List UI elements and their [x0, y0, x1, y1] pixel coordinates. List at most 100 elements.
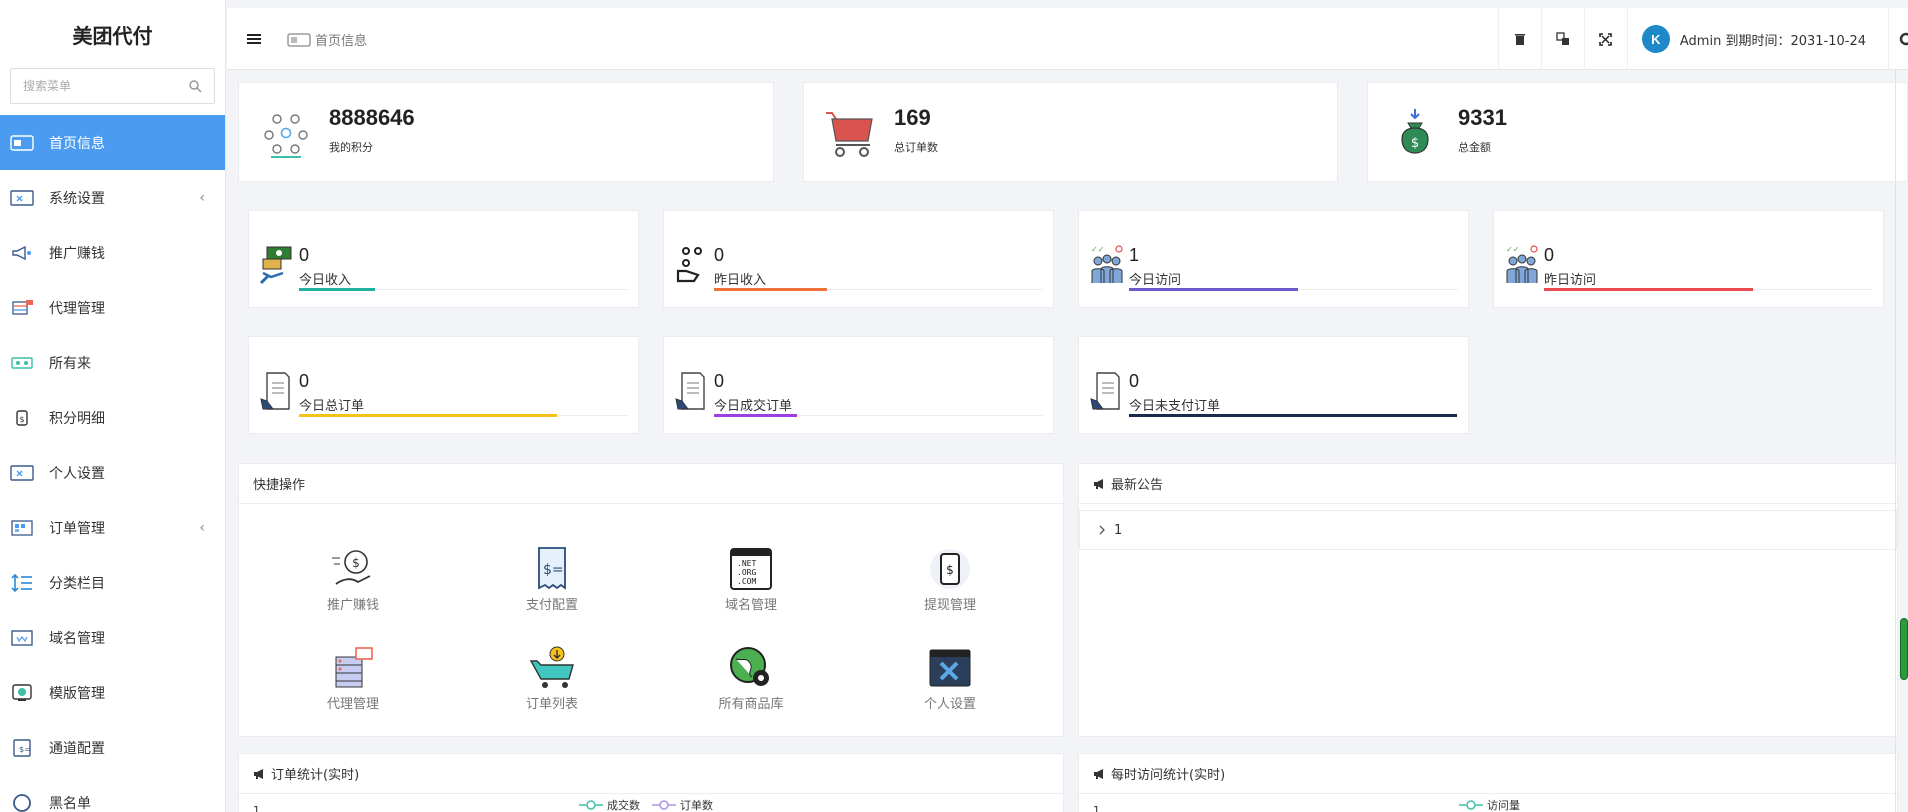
- sidebar-item-4[interactable]: 所有来: [0, 335, 225, 390]
- legend-line-icon: [652, 800, 676, 810]
- quick-action-5[interactable]: 订单列表: [482, 645, 622, 712]
- points-icon: $: [10, 408, 34, 428]
- quick-actions-title: 快捷操作: [253, 478, 306, 493]
- stat-progress-bar: [1129, 414, 1457, 417]
- stat-card-small-6: 0 今日未支付订单: [1078, 336, 1469, 434]
- order-stats-header: 订单统计(实时): [239, 754, 1063, 794]
- globe-gear-icon: [728, 645, 774, 691]
- sidebar: 美团代付 首页信息系统设置 ‹ 推广赚钱代理管理所有来 $ 积分明细个人设置订单管理 ‹ 分…: [0, 0, 226, 812]
- sidebar-item-11[interactable]: $= 通道配置: [0, 720, 225, 775]
- legend-item-orders[interactable]: 订单数: [652, 797, 713, 812]
- quick-action-label: 个人设置: [923, 697, 976, 712]
- stat-label: 今日访问: [1129, 273, 1182, 288]
- points-value: 8888646: [329, 105, 415, 130]
- chevron-right-icon: [1099, 525, 1105, 535]
- svg-text:$: $: [352, 556, 360, 570]
- legend-item-visits[interactable]: 访问量: [1459, 797, 1520, 812]
- quick-action-label: 代理管理: [326, 697, 379, 712]
- sidebar-item-6[interactable]: 个人设置: [0, 445, 225, 500]
- sidebar-menu: 首页信息系统设置 ‹ 推广赚钱代理管理 所有来 $ 积分明细个人设置订单管理 ‹ 分类栏目 域名…: [0, 115, 225, 812]
- sidebar-item-9[interactable]: 域名管理: [0, 610, 225, 665]
- scrollbar-thumb[interactable]: [1900, 618, 1908, 680]
- quick-action-0[interactable]: $ 推广赚钱: [283, 546, 423, 613]
- order-axis-top: 1: [253, 804, 260, 812]
- translate-icon: [1556, 32, 1569, 45]
- quick-action-3[interactable]: $ 提现管理: [880, 546, 1020, 613]
- quick-action-label: 支付配置: [525, 598, 578, 613]
- settings-button[interactable]: [1888, 8, 1908, 70]
- sidebar-item-10[interactable]: 模版管理: [0, 665, 225, 720]
- sidebar-item-12[interactable]: 黑名单: [0, 775, 225, 812]
- notice-item[interactable]: 1: [1079, 510, 1897, 550]
- legend-line-icon: [1459, 800, 1483, 810]
- stat-card-amount: $ 9331 总金额: [1367, 82, 1908, 182]
- phone-dollar-icon: $: [927, 546, 973, 592]
- amount-label: 总金额: [1458, 141, 1491, 154]
- domain-list-icon: .NET .ORG .COM: [728, 546, 774, 592]
- user-expiry-text: Admin 到期时间：2031-10-24: [1679, 33, 1866, 49]
- avatar: K: [1641, 25, 1670, 53]
- sidebar-item-label: 订单管理: [49, 520, 105, 537]
- svg-text:$=: $=: [543, 562, 564, 578]
- translate-button[interactable]: [1540, 8, 1584, 70]
- quick-action-7[interactable]: 个人设置: [880, 645, 1020, 712]
- quick-actions-panel: 快捷操作 $ 推广赚钱 $= 支付配置 .NET .ORG .COM 域名管理 $ 提现管理代理管…: [238, 463, 1064, 737]
- stat-label: 昨日收入: [714, 273, 767, 288]
- sidebar-item-label: 推广赚钱: [49, 245, 105, 262]
- domain-icon: [10, 628, 34, 648]
- quick-action-4[interactable]: 代理管理: [283, 645, 423, 712]
- goods-library-icon: [10, 353, 34, 373]
- sidebar-item-3[interactable]: 代理管理: [0, 280, 225, 335]
- server-rack-icon: [330, 645, 376, 691]
- stat-label: 昨日访问: [1544, 273, 1597, 288]
- quick-action-1[interactable]: $= 支付配置: [482, 546, 622, 613]
- stat-value: 0: [714, 245, 725, 265]
- sidebar-item-7[interactable]: 订单管理 ‹: [0, 500, 225, 555]
- clear-cache-button[interactable]: [1497, 8, 1541, 70]
- sidebar-item-label: 系统设置: [49, 190, 105, 207]
- sidebar-item-0[interactable]: 首页信息: [0, 115, 225, 170]
- legend-label: 订单数: [680, 799, 713, 812]
- svg-text:✓✓: ✓✓: [1091, 245, 1104, 254]
- notice-item-text: 1: [1114, 522, 1123, 538]
- quick-action-label: 所有商品库: [718, 697, 784, 712]
- stat-value: 1: [1129, 245, 1140, 265]
- legend-item-deals[interactable]: 成交数: [579, 797, 640, 812]
- legend-line-icon: [579, 800, 603, 810]
- visit-stats-legend: 访问量: [1459, 797, 1532, 812]
- menu-search[interactable]: [10, 68, 215, 104]
- money-bag-icon: $: [1401, 109, 1429, 154]
- fullscreen-button[interactable]: [1583, 8, 1627, 70]
- stat-progress-bar: [299, 414, 557, 417]
- svg-text:.NET: .NET: [737, 559, 756, 568]
- quick-action-label: 域名管理: [724, 598, 777, 613]
- megaphone-icon: [10, 243, 34, 263]
- hamburger-menu-icon[interactable]: [243, 28, 265, 50]
- megaphone-icon: [1094, 768, 1103, 779]
- chevron-left-icon[interactable]: ‹: [199, 520, 205, 536]
- scrollbar-track[interactable]: [1895, 70, 1896, 812]
- megaphone-icon: [254, 768, 263, 779]
- visitors-icon: ✓✓: [1504, 243, 1540, 289]
- menu-search-input[interactable]: [23, 79, 183, 93]
- quick-action-2[interactable]: .NET .ORG .COM 域名管理: [681, 546, 821, 613]
- shopping-cart-icon: [826, 112, 873, 157]
- order-doc-icon: [259, 369, 295, 415]
- stat-value: 0: [1544, 245, 1555, 265]
- sidebar-item-1[interactable]: 系统设置 ‹: [0, 170, 225, 225]
- sidebar-item-5[interactable]: $ 积分明细: [0, 390, 225, 445]
- search-icon[interactable]: [188, 79, 202, 93]
- notice-title: 最新公告: [1111, 478, 1164, 493]
- stat-label: 今日未支付订单: [1129, 399, 1221, 414]
- breadcrumb[interactable]: 首页信息: [287, 30, 367, 49]
- sidebar-item-8[interactable]: 分类栏目: [0, 555, 225, 610]
- sidebar-item-label: 积分明细: [49, 410, 105, 427]
- topbar: 首页信息 K Admin 到期时间：2031-10-24: [227, 8, 1908, 70]
- chevron-left-icon[interactable]: ‹: [199, 190, 205, 206]
- user-menu[interactable]: K Admin 到期时间：2031-10-24: [1626, 8, 1888, 70]
- stat-value: 0: [299, 371, 310, 391]
- points-label: 我的积分: [329, 141, 373, 154]
- sidebar-item-2[interactable]: 推广赚钱: [0, 225, 225, 280]
- quick-action-6[interactable]: 所有商品库: [681, 645, 821, 712]
- stat-card-small-5: 0 今日成交订单: [663, 336, 1054, 434]
